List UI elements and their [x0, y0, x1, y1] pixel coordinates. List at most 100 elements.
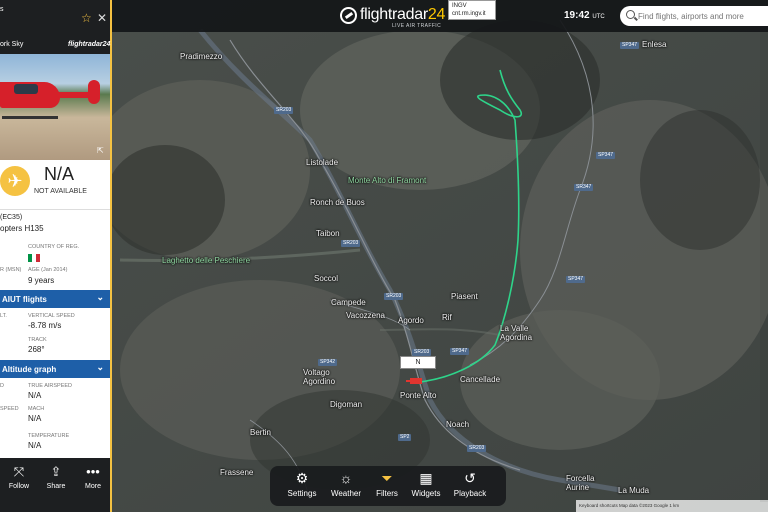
place-label: Rif	[442, 313, 452, 322]
playback-icon: ↺	[464, 470, 476, 486]
true-airspeed-label: TRUE AIRSPEED	[28, 383, 73, 389]
road-shield: SP347	[450, 348, 470, 355]
weather-icon: ☼	[339, 470, 353, 486]
flightradar-app: Pradimezzo Listolade Monte Alto di Framo…	[0, 0, 768, 512]
playback-button[interactable]: ↺ Playback	[448, 469, 492, 498]
aircraft-photo[interactable]: ⇱	[0, 54, 110, 160]
place-label: Laghetto delle Peschiere	[162, 256, 251, 265]
place-label: Frassene	[220, 468, 254, 477]
vertical-speed-label: VERTICAL SPEED	[28, 313, 75, 319]
crosshair-icon: ⤧	[13, 464, 25, 479]
map-scrollbar[interactable]	[760, 32, 768, 502]
weather-button[interactable]: ☼ Weather	[324, 469, 368, 498]
brand-logo: flightradar24	[68, 41, 111, 48]
search-icon	[626, 10, 635, 19]
airplane-icon: ✈	[0, 166, 30, 196]
close-icon[interactable]: ✕	[97, 11, 107, 25]
search-input[interactable]	[638, 9, 766, 23]
share-button[interactable]: ⇪ Share	[41, 464, 71, 490]
road-shield: SR347	[574, 184, 594, 191]
place-label: La Muda	[618, 486, 650, 495]
aircraft-marker-label[interactable]: N	[400, 356, 436, 369]
italy-flag-icon	[28, 254, 40, 262]
place-label: Noach	[446, 420, 470, 429]
filters-button[interactable]: ⏷ Filters	[365, 469, 409, 498]
more-button[interactable]: ••• More	[78, 464, 108, 490]
follow-label: Follow	[8, 483, 30, 490]
section-altitude[interactable]: Altitude graph ⌄	[0, 360, 110, 378]
map-toolbar: ⚙ Settings ☼ Weather ⏷ Filters ▦ Widgets…	[270, 466, 506, 506]
more-label: More	[85, 483, 101, 490]
road-shield: SR203	[412, 349, 432, 356]
filters-label: Filters	[376, 489, 398, 498]
panel-actions: ⤧ Follow ⇪ Share ••• More	[0, 458, 110, 512]
track-label: TRACK	[28, 337, 47, 343]
utc-clock: 19:42 UTC	[564, 10, 605, 21]
clock-zone: UTC	[592, 14, 605, 20]
aircraft-name: opters H135	[0, 224, 44, 233]
aircraft-details: (EC35) opters H135 COUNTRY OF REG. R (MS…	[0, 210, 110, 290]
mach-label: MACH	[28, 406, 45, 412]
section-flights-label: AIUT flights	[2, 295, 47, 304]
flag-stripe	[36, 254, 40, 262]
altitude-label: LT.	[0, 313, 7, 319]
section-flights[interactable]: AIUT flights ⌄	[0, 290, 110, 308]
gear-icon: ⚙	[295, 470, 309, 486]
country-label: COUNTRY OF REG.	[28, 244, 80, 250]
airline-name: ork Sky	[0, 41, 24, 48]
place-label: Piasent	[451, 292, 478, 301]
road-shield: SR203	[274, 107, 294, 114]
temperature-value: N/A	[28, 441, 42, 450]
road-shield: SR203	[341, 240, 361, 247]
place-label: Cancellade	[460, 375, 501, 384]
widgets-button[interactable]: ▦ Widgets	[404, 469, 448, 498]
tooltip-title: INGV	[452, 3, 467, 9]
star-icon[interactable]: ☆	[81, 11, 92, 25]
search-box[interactable]	[620, 6, 768, 26]
road-shield: SR203	[384, 293, 404, 300]
chevron-down-icon: ⌄	[96, 292, 104, 302]
place-label: Bertin	[250, 428, 271, 437]
settings-button[interactable]: ⚙ Settings	[280, 469, 324, 498]
track-value: 268°	[28, 345, 45, 354]
radar-icon	[340, 7, 357, 24]
follow-button[interactable]: ⤧ Follow	[4, 464, 34, 490]
place-label: Monte Alto di Framont	[348, 176, 427, 185]
logo-tagline: LIVE AIR TRAFFIC	[392, 23, 442, 29]
place-label: Voltago Agordino	[303, 368, 336, 386]
clock-time: 19:42	[564, 10, 590, 21]
share-label: Share	[46, 483, 66, 490]
place-label: Agordo	[398, 316, 424, 325]
share-icon: ⇪	[50, 464, 62, 479]
expand-icon[interactable]: ⇱	[97, 146, 104, 155]
speed-extra-details: D TRUE AIRSPEED N/A SPEED MACH N/A TEMPE…	[0, 378, 110, 458]
widgets-label: Widgets	[411, 489, 441, 498]
place-label: Campede	[331, 298, 366, 307]
temperature-label: TEMPERATURE	[28, 433, 70, 439]
place-label: Forcella Aurine	[566, 474, 595, 492]
logo-number: 24	[427, 6, 446, 23]
widgets-icon: ▦	[419, 470, 433, 486]
place-label: Soccol	[314, 274, 339, 283]
road-shield: SP347	[620, 42, 640, 49]
place-label: Ronch de Buos	[310, 198, 365, 207]
mach-value: N/A	[28, 414, 42, 423]
tooltip-url: cnt.rm.ingv.it	[452, 11, 486, 17]
playback-label: Playback	[453, 489, 487, 498]
ground-speed-label: D	[0, 383, 4, 389]
age-label: AGE (Jan 2014)	[28, 267, 68, 273]
source-tooltip: INGV cnt.rm.ingv.it	[448, 0, 496, 20]
flight-status: ✈ N/A NOT AVAILABLE	[0, 160, 110, 210]
road-shield: SP347	[566, 276, 586, 283]
map-attribution[interactable]: Keyboard shortcuts Map data ©2023 Google…	[576, 500, 768, 512]
place-label: Digoman	[330, 400, 363, 409]
chevron-down-icon: ⌄	[96, 362, 104, 372]
place-label: Ponte Alto	[400, 391, 437, 400]
vertical-speed-value: -8.78 m/s	[28, 321, 62, 330]
flight-state: NOT AVAILABLE	[34, 188, 87, 195]
settings-label: Settings	[287, 489, 317, 498]
terrain-map[interactable]	[0, 0, 768, 512]
age-value: 9 years	[28, 276, 55, 285]
msn-label: R (MSN)	[0, 267, 22, 273]
road-shield: SR203	[467, 445, 487, 452]
